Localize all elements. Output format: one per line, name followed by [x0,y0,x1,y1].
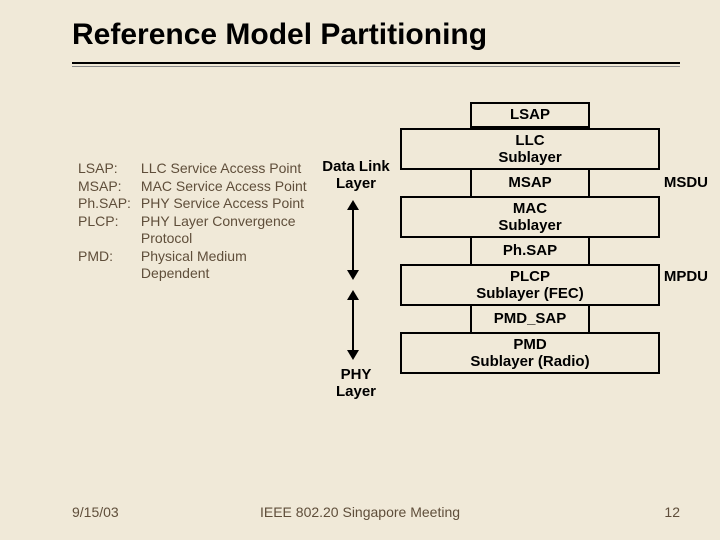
legend-term: PLCP: [78,213,141,248]
box-llc-sublayer: LLC Sublayer [400,128,660,170]
box-pmdsap: PMD_SAP [470,306,590,332]
box-msap: MSAP [470,170,590,196]
layer-stack: LSAP LLC Sublayer MSAP MAC Sublayer Ph.S… [400,102,660,374]
legend-row: PLCP: PHY Layer Convergence Protocol [78,213,318,248]
mpdu-label: MPDU [664,268,708,285]
title-rule-shadow [72,66,680,67]
legend-term: Ph.SAP: [78,195,141,213]
box-plcp-sublayer: PLCP Sublayer (FEC) [400,264,660,306]
legend-def: MAC Service Access Point [141,178,318,196]
legend-def: Physical Medium Dependent [141,248,318,283]
legend-def: PHY Service Access Point [141,195,318,213]
footer-page: 12 [664,504,680,520]
box-mac-sublayer: MAC Sublayer [400,196,660,238]
box-pmd-sublayer: PMD Sublayer (Radio) [400,332,660,374]
title-rule [72,62,680,64]
legend-term: PMD: [78,248,141,283]
legend-row: MSAP: MAC Service Access Point [78,178,318,196]
box-lsap: LSAP [470,102,590,128]
legend-row: LSAP: LLC Service Access Point [78,160,318,178]
footer-center: IEEE 802.20 Singapore Meeting [0,504,720,520]
legend-row: PMD: Physical Medium Dependent [78,248,318,283]
legend-row: Ph.SAP: PHY Service Access Point [78,195,318,213]
page-title: Reference Model Partitioning [72,18,648,52]
legend-def: PHY Layer Convergence Protocol [141,213,318,248]
legend-term: MSAP: [78,178,141,196]
legend: LSAP: LLC Service Access Point MSAP: MAC… [78,160,318,283]
legend-def: LLC Service Access Point [141,160,318,178]
legend-table: LSAP: LLC Service Access Point MSAP: MAC… [78,160,318,283]
legend-term: LSAP: [78,160,141,178]
data-link-layer-label: Data Link Layer [316,158,396,193]
msdu-label: MSDU [664,174,708,191]
box-phsap: Ph.SAP [470,238,590,264]
slide: Reference Model Partitioning LSAP: LLC S… [0,0,720,540]
phy-layer-label: PHY Layer [316,366,396,401]
